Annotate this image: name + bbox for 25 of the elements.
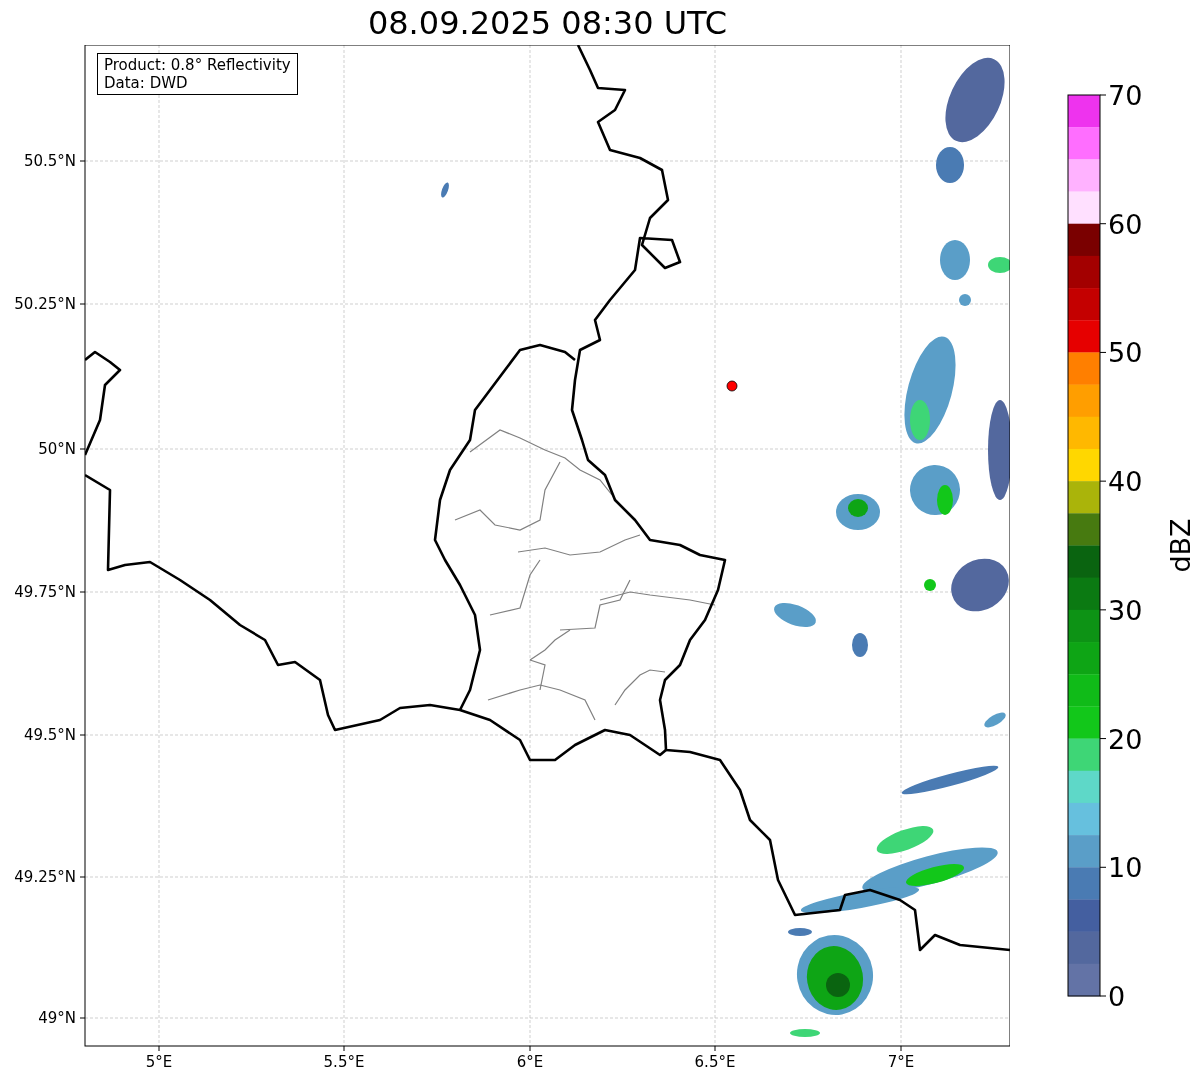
axis-tick-label: 49.75°N	[14, 583, 76, 601]
colorbar-tick-label: 0	[1108, 981, 1126, 1012]
axis-tick-label: 50.5°N	[23, 152, 76, 170]
colorbar-tick-label: 40	[1108, 466, 1143, 498]
axis-tick-label: 50°N	[38, 440, 76, 458]
axis-tick-label: 50.25°N	[14, 295, 76, 313]
colorbar-tick-label: 30	[1108, 594, 1143, 626]
colorbar-label: dBZ	[1165, 518, 1196, 573]
colorbar-tick-label: 10	[1108, 852, 1143, 884]
axis-tick-label: 49°N	[38, 1009, 76, 1027]
chart-title: 08.09.2025 08:30 UTC	[367, 3, 728, 44]
axis-tick-label: 5.5°E	[323, 1053, 365, 1071]
axis-tick-label: 49.25°N	[14, 868, 76, 886]
info-text: Product: 0.8° Reflectivity	[104, 56, 291, 74]
axis-tick-label: 5°E	[145, 1053, 173, 1071]
axis-tick-label: 6.5°E	[694, 1053, 736, 1071]
colorbar-tick-label: 60	[1108, 208, 1143, 240]
axis-tick-label: 6°E	[516, 1053, 544, 1071]
axis-tick-label: 7°E	[887, 1053, 915, 1071]
colorbar-tick-label: 20	[1108, 723, 1143, 755]
location-marker	[726, 380, 738, 392]
info-text: Data: DWD	[104, 74, 189, 92]
colorbar-tick-label: 50	[1108, 337, 1143, 369]
colorbar-tick-label: 70	[1108, 80, 1143, 111]
axis-tick-label: 49.5°N	[23, 726, 76, 744]
